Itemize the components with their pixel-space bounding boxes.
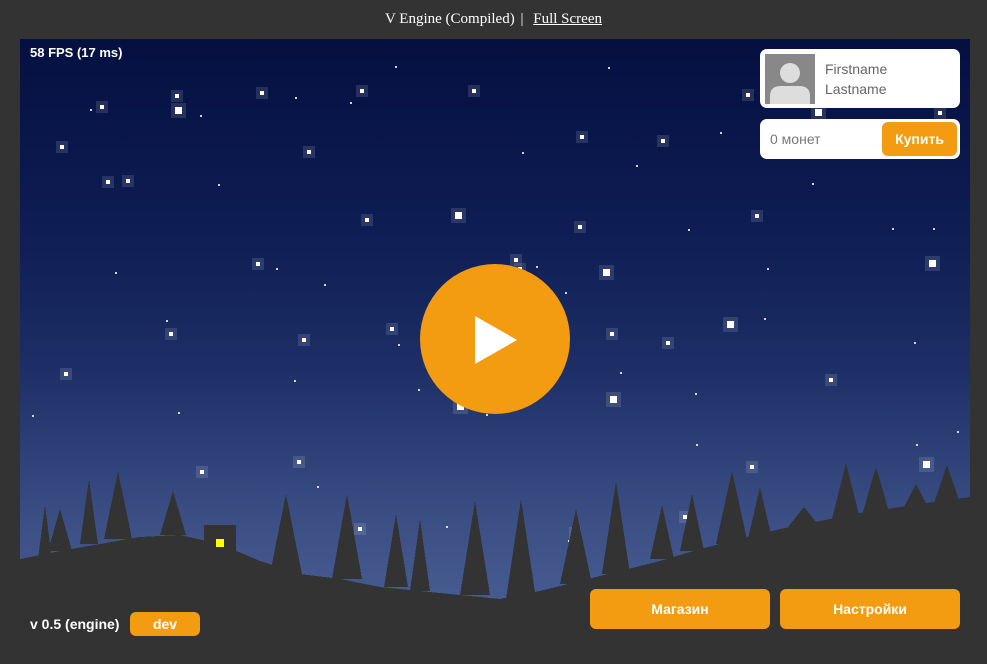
shop-button[interactable]: Магазин	[590, 589, 770, 629]
engine-version: v 0.5 (engine)	[30, 616, 120, 632]
user-avatar-icon	[765, 54, 815, 104]
play-button[interactable]	[420, 264, 570, 414]
settings-button[interactable]: Настройки	[780, 589, 960, 629]
coin-balance-panel: 0 монет Купить	[760, 119, 960, 159]
cabin	[204, 525, 236, 555]
play-icon	[475, 316, 517, 364]
user-firstname: Firstname	[825, 61, 888, 77]
profile-card: Firstname Lastname	[760, 49, 960, 108]
dev-button[interactable]: dev	[130, 612, 200, 636]
user-lastname: Lastname	[825, 81, 887, 97]
coin-balance: 0 монет	[770, 131, 821, 147]
game-canvas[interactable]: 58 FPS (17 ms) Firstname Lastname 0 моне…	[20, 39, 970, 640]
buy-button[interactable]: Купить	[882, 122, 957, 156]
full-screen-link[interactable]: Full Screen	[533, 11, 602, 27]
fps-counter: 58 FPS (17 ms)	[30, 45, 123, 60]
engine-title: V Engine (Compiled)	[385, 11, 515, 27]
title-separator: |	[520, 11, 524, 27]
top-bar: V Engine (Compiled) | Full Screen	[0, 0, 987, 38]
